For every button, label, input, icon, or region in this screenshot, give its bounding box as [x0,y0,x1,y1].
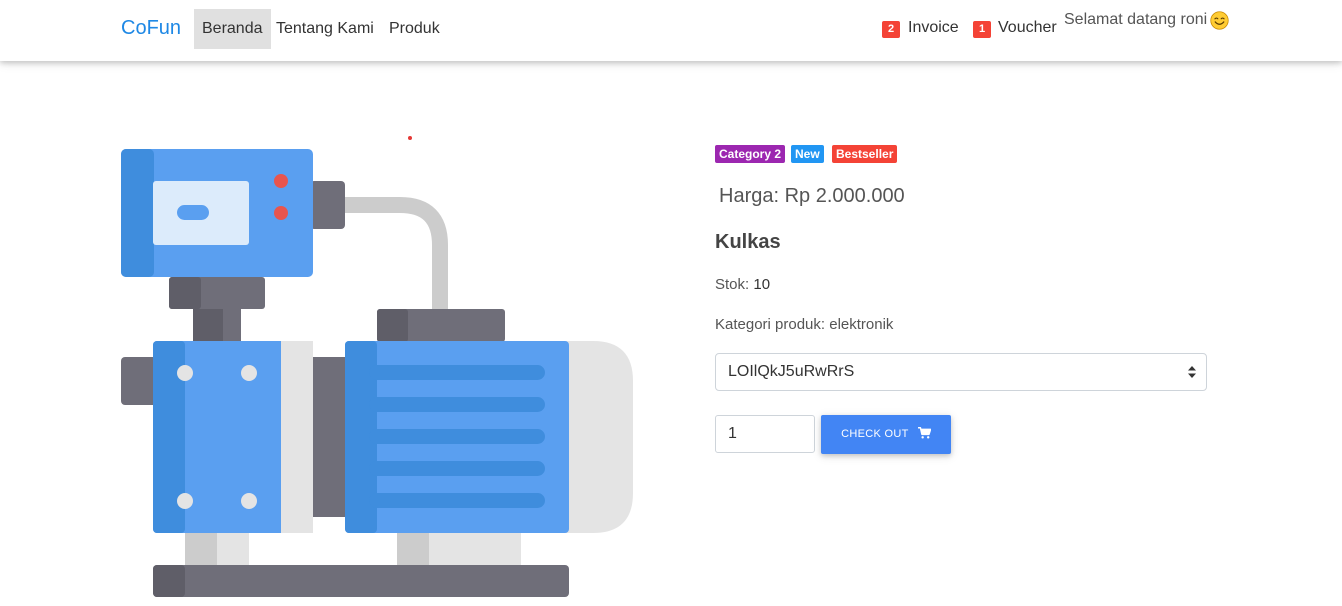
product-name: Kulkas [715,231,781,253]
variant-selected-value: LOIlQkJ5uRwRrS [728,363,855,380]
nav-link-invoice[interactable]: Invoice [908,19,959,37]
water-pump-icon [121,149,633,597]
category-badge: Category 2 [715,145,786,163]
quantity-input[interactable]: 1 [715,415,815,453]
checkout-button[interactable]: CHECK OUT [821,415,951,454]
stock-value: 10 [753,276,771,293]
bestseller-badge: Bestseller [832,145,898,163]
voucher-count-badge: 1 [973,21,991,38]
select-arrows-icon [1188,366,1196,378]
product-category: Kategori produk: elektronik [715,316,894,333]
checkout-label: CHECK OUT [841,428,909,440]
cart-icon [917,427,931,439]
indicator-dot [408,136,412,140]
variant-select[interactable]: LOIlQkJ5uRwRrS [715,353,1207,391]
nav-link-beranda[interactable]: Beranda [194,9,271,49]
nav-link-tentang-kami[interactable]: Tentang Kami [268,9,382,49]
invoice-count-badge: 2 [882,21,900,38]
welcome-text[interactable]: Selamat datang roni [1064,11,1207,29]
nav-link-voucher[interactable]: Voucher [998,19,1057,37]
brand-logo[interactable]: CoFun [121,17,181,40]
new-badge: New [791,145,824,163]
product-stock: Stok: 10 [715,276,770,293]
smiley-icon [1210,11,1229,30]
product-price: Harga: Rp 2.000.000 [719,185,905,207]
nav-link-produk[interactable]: Produk [381,9,448,49]
stock-label: Stok: [715,276,750,293]
navbar: CoFun Beranda Tentang Kami Produk 2 Invo… [0,0,1342,61]
